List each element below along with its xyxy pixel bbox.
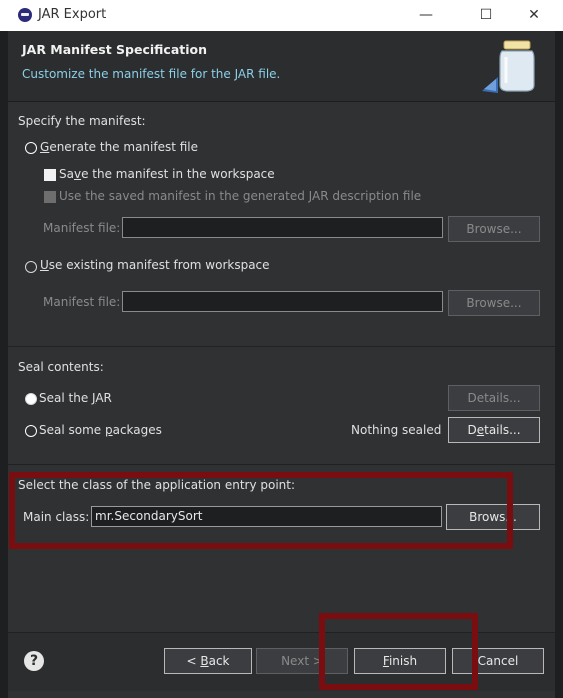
generate-manifest-option[interactable]: Generate the manifest file [40, 140, 198, 154]
wizard-header: JAR Manifest Specification Customize the… [8, 31, 555, 102]
close-icon[interactable]: ✕ [514, 3, 554, 27]
use-saved-manifest-checkbox[interactable] [44, 191, 56, 203]
background-ide-edge-left [0, 31, 8, 698]
seal-packages-details-button[interactable]: Details... [448, 417, 540, 443]
specify-manifest-label: Specify the manifest: [18, 114, 146, 128]
page-title: JAR Manifest Specification [22, 42, 208, 57]
section-divider-2 [8, 464, 555, 465]
page-subtitle: Customize the manifest file for the JAR … [22, 67, 281, 81]
background-ide-edge-right [555, 31, 563, 698]
manifest-file-input-2[interactable] [122, 291, 443, 312]
minimize-icon[interactable]: — [406, 3, 446, 27]
seal-packages-option[interactable]: Seal some packages [39, 423, 162, 437]
nothing-sealed-status: Nothing sealed [351, 423, 442, 437]
use-existing-manifest-radio[interactable] [25, 261, 37, 273]
annotation-finish-highlight [319, 613, 478, 690]
annotation-entry-point-highlight [9, 472, 513, 549]
use-saved-manifest-option: Use the saved manifest in the generated … [59, 189, 422, 203]
help-icon[interactable]: ? [24, 651, 44, 671]
seal-packages-radio[interactable] [25, 425, 37, 437]
maximize-icon[interactable]: ☐ [466, 3, 506, 27]
manifest-file-label-2: Manifest file: [43, 295, 121, 309]
section-divider [8, 346, 555, 347]
browse-manifest-button-2[interactable]: Browse... [448, 290, 540, 316]
manifest-file-label: Manifest file: [43, 221, 121, 235]
back-button[interactable]: < Back [164, 648, 252, 674]
browse-manifest-button[interactable]: Browse... [448, 216, 540, 242]
generate-manifest-radio[interactable] [25, 142, 37, 154]
seal-jar-radio[interactable] [25, 393, 37, 405]
jar-icon [482, 40, 535, 93]
eclipse-icon [18, 8, 32, 22]
use-existing-manifest-option[interactable]: Use existing manifest from workspace [40, 258, 270, 272]
window-title: JAR Export [38, 7, 107, 22]
seal-jar-option[interactable]: Seal the JAR [39, 391, 112, 405]
save-manifest-checkbox[interactable] [44, 169, 56, 181]
manifest-file-input[interactable] [122, 217, 443, 238]
window-titlebar[interactable]: JAR Export — ☐ ✕ [0, 0, 563, 31]
seal-jar-details-button[interactable]: Details... [448, 385, 540, 411]
save-manifest-option[interactable]: Save the manifest in the workspace [59, 167, 275, 181]
seal-contents-label: Seal contents: [18, 360, 104, 374]
